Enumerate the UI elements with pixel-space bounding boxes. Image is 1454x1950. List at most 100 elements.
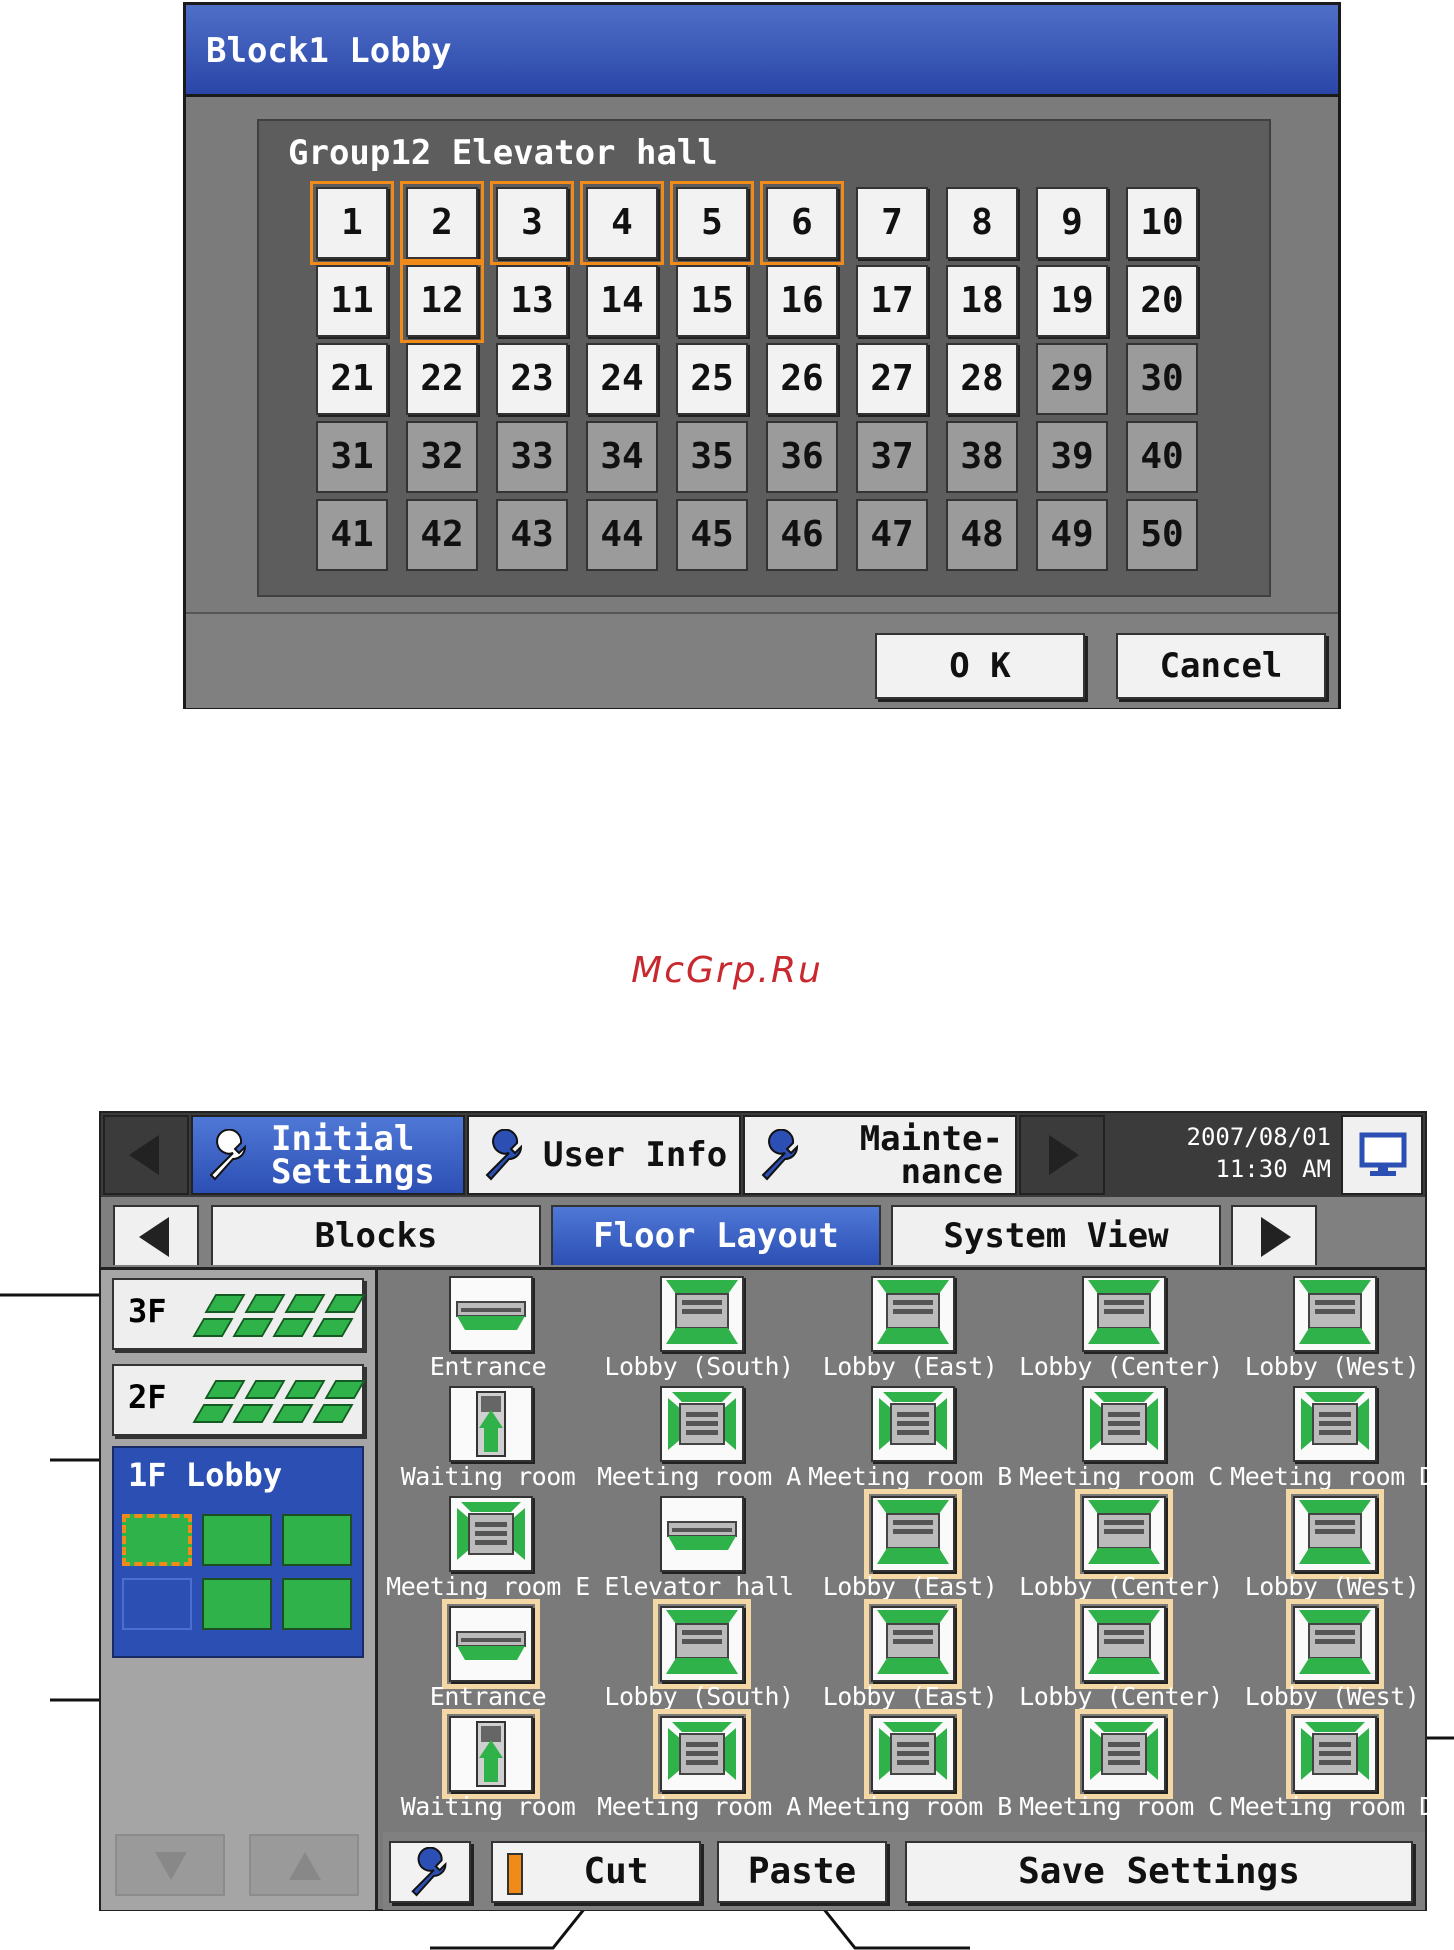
indoor-unit-icon[interactable] [660, 1276, 744, 1352]
scroll-up-button[interactable] [249, 1834, 359, 1896]
group-number-button[interactable]: 8 [946, 187, 1018, 259]
floor-button-1f-lobby[interactable]: 1F Lobby [112, 1446, 364, 1658]
group-number-button[interactable]: 50 [1126, 499, 1198, 571]
block-cell[interactable] [202, 1578, 272, 1630]
indoor-unit-icon[interactable] [442, 1709, 540, 1799]
unit-item[interactable]: Meeting room B [805, 1709, 1015, 1823]
scroll-down-button[interactable] [115, 1834, 225, 1896]
indoor-unit-icon[interactable] [864, 1599, 962, 1689]
indoor-unit-icon[interactable] [864, 1709, 962, 1799]
indoor-unit-icon[interactable] [1075, 1489, 1173, 1579]
group-number-button[interactable]: 16 [766, 265, 838, 337]
group-number-button[interactable]: 34 [586, 421, 658, 493]
group-number-button[interactable]: 5 [670, 181, 754, 265]
indoor-unit-icon[interactable] [1286, 1709, 1384, 1799]
indoor-unit-icon[interactable] [653, 1599, 751, 1689]
tab-user-info[interactable]: User Info [467, 1115, 741, 1195]
group-number-button[interactable]: 44 [586, 499, 658, 571]
group-number-button[interactable]: 20 [1126, 265, 1198, 337]
subtab-blocks[interactable]: Blocks [211, 1205, 541, 1265]
unit-item[interactable]: Meeting room A [594, 1383, 804, 1493]
group-number-button[interactable]: 28 [946, 343, 1018, 415]
floor-button-2f[interactable]: 2F [112, 1364, 366, 1436]
indoor-unit-icon[interactable] [1293, 1276, 1377, 1352]
group-number-button[interactable]: 32 [406, 421, 478, 493]
unit-item[interactable]: Elevator hall [594, 1493, 804, 1603]
unit-item[interactable]: Meeting room E [383, 1493, 593, 1603]
group-number-button[interactable]: 30 [1126, 343, 1198, 415]
cancel-button[interactable]: Cancel [1116, 633, 1326, 699]
group-number-button[interactable]: 46 [766, 499, 838, 571]
unit-item[interactable]: Lobby (West) [1227, 1599, 1437, 1713]
group-number-button[interactable]: 39 [1036, 421, 1108, 493]
indoor-unit-icon[interactable] [1293, 1386, 1377, 1462]
group-number-button[interactable]: 26 [766, 343, 838, 415]
group-number-button[interactable]: 22 [406, 343, 478, 415]
unit-item[interactable]: Entrance [383, 1599, 593, 1713]
group-number-button[interactable]: 48 [946, 499, 1018, 571]
unit-item[interactable]: Lobby (East) [805, 1599, 1015, 1713]
group-number-button[interactable]: 29 [1036, 343, 1108, 415]
tab-initial-settings[interactable]: Initial Settings [191, 1115, 465, 1195]
unit-item[interactable]: Meeting room C [1016, 1709, 1226, 1823]
group-number-button[interactable]: 17 [856, 265, 928, 337]
group-number-button[interactable]: 45 [676, 499, 748, 571]
group-number-button[interactable]: 2 [400, 181, 484, 265]
indoor-unit-icon[interactable] [1075, 1599, 1173, 1689]
indoor-unit-icon[interactable] [1286, 1599, 1384, 1689]
indoor-unit-icon[interactable] [871, 1276, 955, 1352]
group-number-button[interactable]: 38 [946, 421, 1018, 493]
group-number-button[interactable]: 7 [856, 187, 928, 259]
indoor-unit-icon[interactable] [864, 1489, 962, 1579]
indoor-unit-icon[interactable] [1286, 1489, 1384, 1579]
floor-button-3f[interactable]: 3F [112, 1278, 366, 1350]
unit-item[interactable]: Waiting room [383, 1709, 593, 1823]
unit-item[interactable]: Meeting room D [1227, 1709, 1437, 1823]
block-cell[interactable] [282, 1578, 352, 1630]
group-number-button[interactable]: 31 [316, 421, 388, 493]
group-number-button[interactable]: 9 [1036, 187, 1108, 259]
indoor-unit-icon[interactable] [1082, 1276, 1166, 1352]
indoor-unit-icon[interactable] [1082, 1386, 1166, 1462]
next-tab-button[interactable] [1019, 1115, 1105, 1195]
unit-item[interactable]: Lobby (South) [594, 1599, 804, 1713]
group-number-button[interactable]: 10 [1126, 187, 1198, 259]
unit-item[interactable]: Meeting room C [1016, 1383, 1226, 1493]
indoor-unit-icon[interactable] [449, 1496, 533, 1572]
unit-item[interactable]: Lobby (East) [805, 1489, 1015, 1603]
group-number-button[interactable]: 40 [1126, 421, 1198, 493]
group-number-button[interactable]: 24 [586, 343, 658, 415]
group-number-button[interactable]: 21 [316, 343, 388, 415]
monitor-button[interactable] [1341, 1115, 1423, 1195]
block-cell[interactable] [202, 1514, 272, 1566]
subtab-prev-button[interactable] [113, 1205, 199, 1265]
tab-maintenance[interactable]: Mainte- nance [743, 1115, 1017, 1195]
unit-item[interactable]: Meeting room A [594, 1709, 804, 1823]
settings-button[interactable] [389, 1841, 471, 1903]
group-number-button[interactable]: 35 [676, 421, 748, 493]
prev-tab-button[interactable] [103, 1115, 189, 1195]
group-number-button[interactable]: 18 [946, 265, 1018, 337]
group-number-button[interactable]: 1 [310, 181, 394, 265]
group-number-button[interactable]: 3 [490, 181, 574, 265]
indoor-unit-icon[interactable] [653, 1709, 751, 1799]
group-number-button[interactable]: 6 [760, 181, 844, 265]
save-settings-button[interactable]: Save Settings [905, 1841, 1413, 1903]
block-cell-selected[interactable] [122, 1514, 192, 1566]
unit-item[interactable]: Lobby (Center) [1016, 1273, 1226, 1383]
indoor-unit-icon[interactable] [660, 1496, 744, 1572]
group-number-button[interactable]: 12 [400, 259, 484, 343]
group-number-button[interactable]: 4 [580, 181, 664, 265]
group-number-button[interactable]: 33 [496, 421, 568, 493]
group-number-button[interactable]: 36 [766, 421, 838, 493]
group-number-button[interactable]: 13 [496, 265, 568, 337]
indoor-unit-icon[interactable] [1075, 1709, 1173, 1799]
group-number-button[interactable]: 43 [496, 499, 568, 571]
unit-item[interactable]: Lobby (South) [594, 1273, 804, 1383]
group-number-button[interactable]: 37 [856, 421, 928, 493]
unit-item[interactable]: Meeting room D [1227, 1383, 1437, 1493]
cut-button[interactable]: Cut [491, 1841, 701, 1903]
indoor-unit-icon[interactable] [871, 1386, 955, 1462]
unit-item[interactable]: Lobby (Center) [1016, 1599, 1226, 1713]
group-number-button[interactable]: 47 [856, 499, 928, 571]
